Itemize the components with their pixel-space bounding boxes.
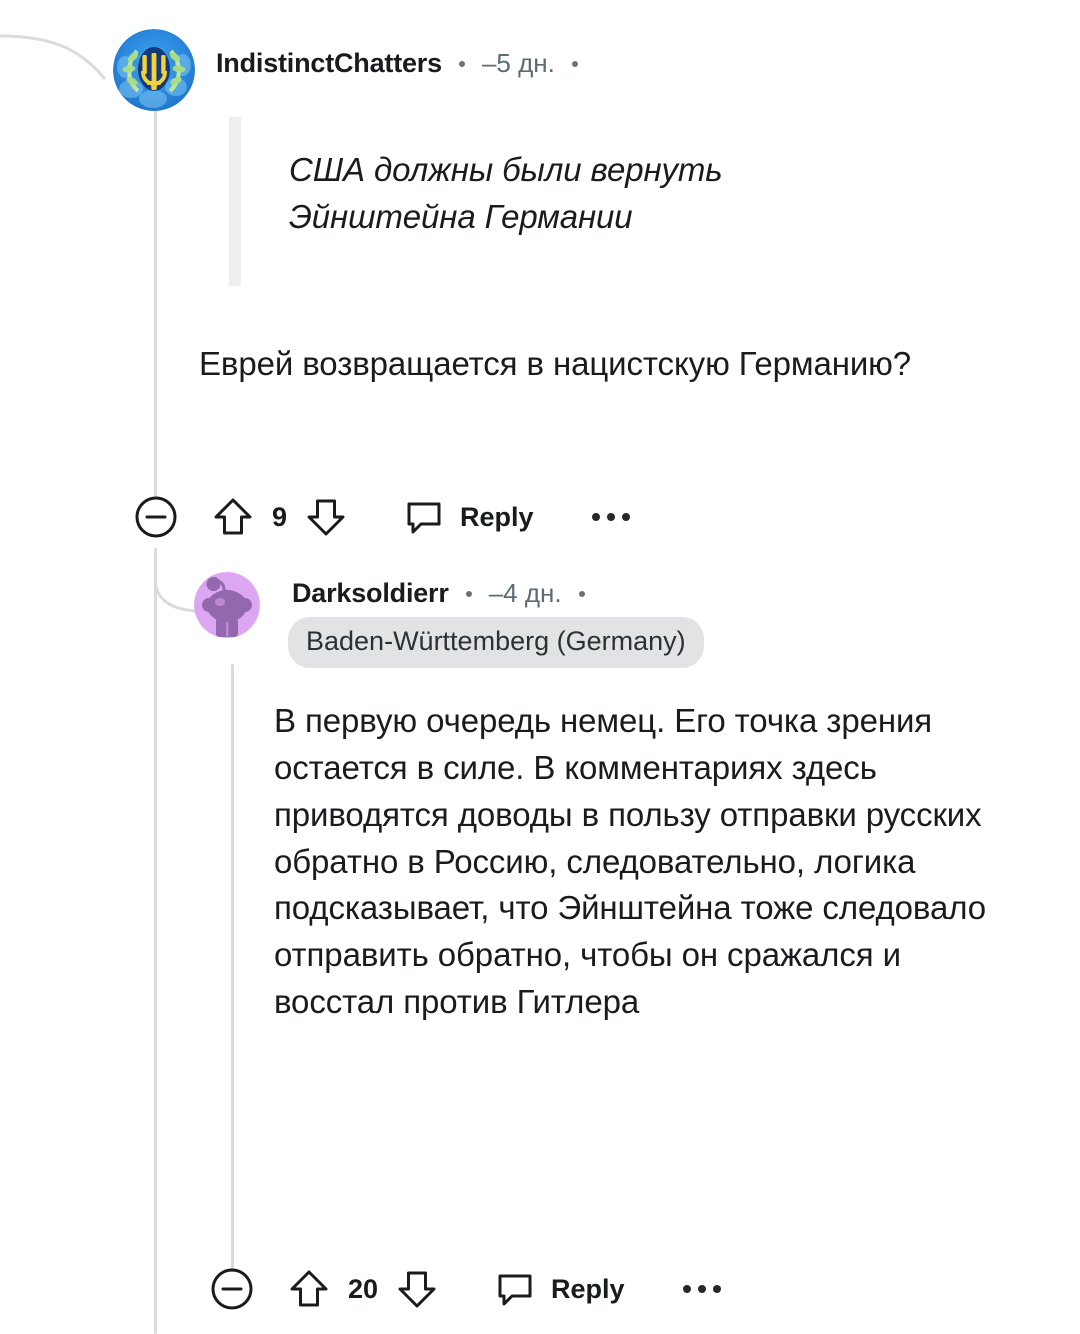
minus-circle-icon [210, 1267, 254, 1311]
comment-author-name[interactable]: IndistinctChatters [216, 48, 442, 79]
comment-timestamp: –5 дн. [481, 48, 555, 78]
thread-connector-top [0, 30, 130, 100]
downvote-arrow-icon [305, 495, 347, 539]
collapse-thread-button[interactable] [134, 489, 178, 545]
reply-label: Reply [460, 501, 534, 532]
blockquote-text: США должны были вернуть Эйнштейна Герман… [289, 151, 723, 235]
speech-bubble-icon [494, 1267, 536, 1311]
reply-button[interactable]: Reply [403, 489, 534, 545]
separator-dot [465, 590, 472, 597]
thread-line-level-1-lower[interactable] [154, 548, 157, 1334]
more-options-button[interactable] [591, 489, 630, 545]
minus-circle-icon [134, 495, 178, 539]
kebab-more-icon [591, 513, 630, 521]
comment-header-1: IndistinctChatters –5 дн. [216, 48, 595, 79]
downvote-button[interactable] [396, 1261, 438, 1317]
thread-line-level-1[interactable] [154, 108, 157, 498]
comment-actions-2: 20 Reply [210, 1261, 721, 1317]
upvote-arrow-icon [288, 1267, 330, 1311]
comment-body-2: В первую очередь немец. Его точка зрения… [274, 702, 987, 1021]
avatar-indistinctchatters[interactable] [113, 29, 195, 111]
separator-dot [458, 60, 465, 67]
comment-actions-1: 9 Reply [134, 489, 630, 545]
separator-dot-trailing [578, 590, 585, 597]
collapse-thread-button[interactable] [210, 1261, 254, 1317]
downvote-button[interactable] [305, 489, 347, 545]
user-flair-badge[interactable]: Baden-Württemberg (Germany) [288, 617, 704, 668]
kebab-more-icon [682, 1285, 721, 1293]
upvote-arrow-icon [212, 495, 254, 539]
comment-author-name[interactable]: Darksoldierr [292, 578, 449, 609]
comment-body-1: Еврей возвращается в нацистскую Германию… [199, 345, 912, 382]
speech-bubble-icon [403, 495, 445, 539]
reply-button[interactable]: Reply [494, 1261, 625, 1317]
vote-count: 20 [348, 1273, 379, 1304]
downvote-arrow-icon [396, 1267, 438, 1311]
comment-timestamp: –4 дн. [488, 578, 562, 608]
comment-header-2: Darksoldierr –4 дн. [292, 578, 602, 609]
separator-dot-trailing [571, 60, 578, 67]
reply-label: Reply [551, 1273, 625, 1304]
vote-count: 9 [272, 501, 288, 532]
upvote-button[interactable] [288, 1261, 330, 1317]
comment-thread: IndistinctChatters –5 дн. США должны был… [0, 0, 1080, 1334]
blockquote-bar [229, 117, 241, 286]
more-options-button[interactable] [682, 1261, 721, 1317]
avatar-darksoldierr[interactable] [194, 572, 260, 638]
thread-line-level-2[interactable] [231, 664, 234, 1272]
upvote-button[interactable] [212, 489, 254, 545]
